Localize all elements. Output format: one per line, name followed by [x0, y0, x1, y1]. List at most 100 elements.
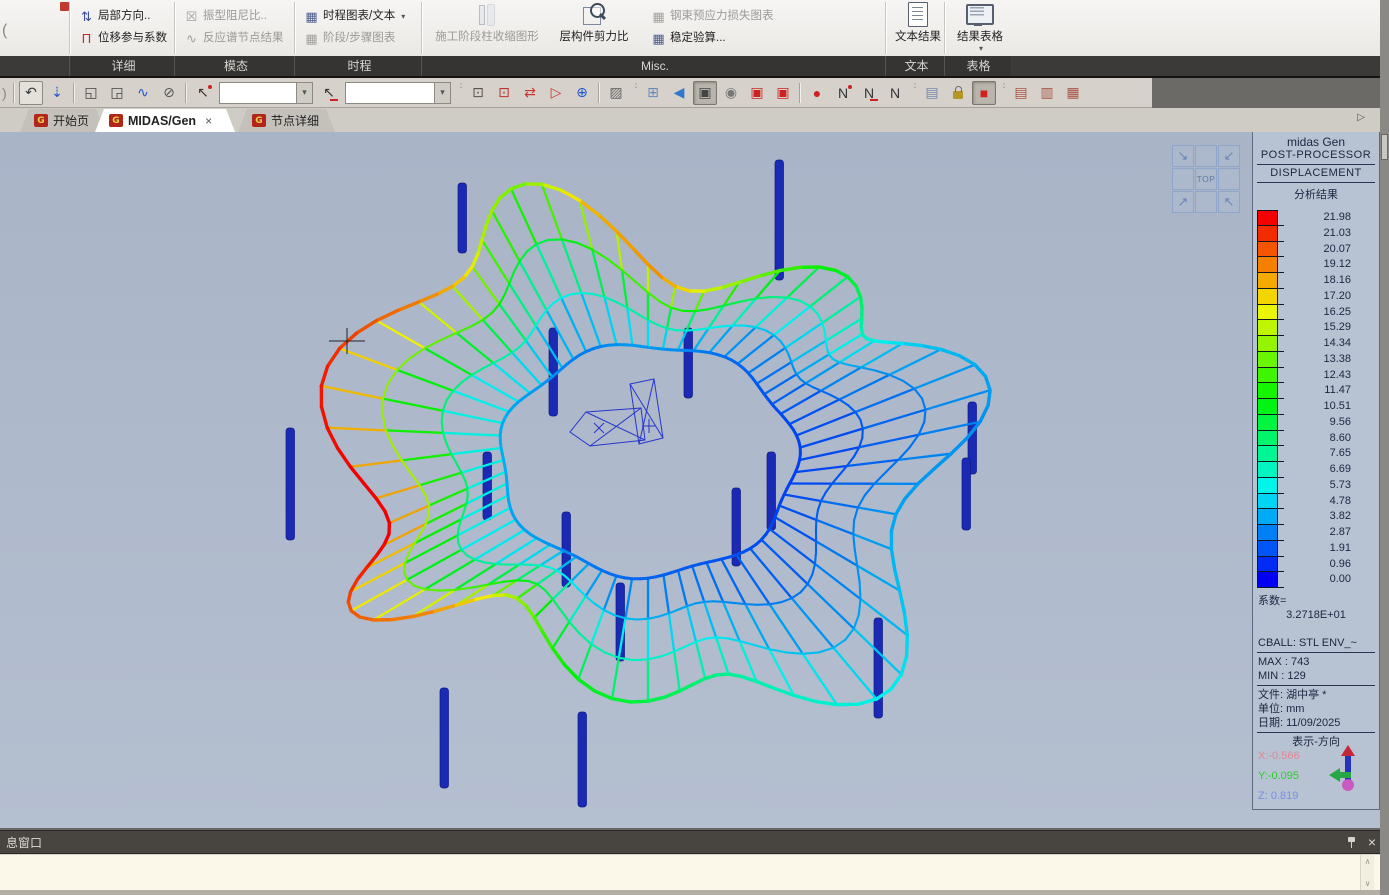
polygon-nodes-icon[interactable]: ▷: [544, 81, 568, 105]
close-icon[interactable]: ×: [1368, 834, 1376, 850]
legend-row: 19.12: [1253, 257, 1379, 273]
ribbon-item-label: 反应谱节点结果: [203, 29, 284, 48]
message-window-body[interactable]: ∧ ∨: [0, 855, 1382, 890]
toolbar-group-grip[interactable]: ⋮: [910, 82, 917, 104]
toolbar-group-grip[interactable]: ⋮: [456, 82, 463, 104]
named-group-combo[interactable]: [345, 82, 451, 104]
perspective-sphere-icon[interactable]: ◉: [719, 81, 743, 105]
toolbar-group-grip[interactable]: ⋮: [631, 82, 638, 104]
pick-select-icon[interactable]: ↖: [191, 81, 215, 105]
toolbar-separator: [598, 83, 600, 103]
column-member[interactable]: [483, 452, 492, 520]
legend-color-cell: [1257, 557, 1278, 573]
view-corner-br-icon[interactable]: ↖: [1218, 191, 1240, 213]
ribbon-bigbutton-label: 施工阶段柱收缩图形: [435, 28, 539, 44]
legend-value: 0.96: [1330, 558, 1351, 570]
column-member[interactable]: [440, 688, 449, 788]
ribbon-group-label-3[interactable]: Misc.: [423, 56, 887, 76]
shrink-toggle-icon[interactable]: ▣: [693, 81, 717, 105]
view-cone-icon[interactable]: ◀: [667, 81, 691, 105]
displacement-model-3d[interactable]: [0, 132, 1380, 828]
node-box-icon[interactable]: ⊡: [466, 81, 490, 105]
ribbon-group-label-0[interactable]: 详细: [71, 56, 176, 76]
zoom-fit-icon[interactable]: ⊞: [641, 81, 665, 105]
swap-arrows-icon[interactable]: ⇄: [518, 81, 542, 105]
render-view-icon[interactable]: ▣: [745, 81, 769, 105]
scroll-down-icon[interactable]: ∨: [1365, 879, 1371, 888]
ribbon-bigbutton-结果表格[interactable]: 结果表格▾: [920, 0, 1040, 54]
node-number-icon[interactable]: N: [831, 81, 855, 105]
pin-icon[interactable]: [1347, 837, 1356, 848]
ribbon-group-label-1[interactable]: 模态: [176, 56, 296, 76]
select-polyline-icon[interactable]: ∿: [131, 81, 155, 105]
legend-row: 18.16: [1253, 273, 1379, 289]
message-scrollbar[interactable]: ∧ ∨: [1360, 855, 1374, 890]
view-right-icon[interactable]: [1218, 168, 1240, 190]
select-window-out-icon[interactable]: ◲: [105, 81, 129, 105]
element-number-icon[interactable]: N: [857, 81, 881, 105]
element-box-icon[interactable]: ⊡: [492, 81, 516, 105]
copy-image-icon[interactable]: ▤: [920, 81, 944, 105]
legend-row: 7.65: [1253, 446, 1379, 462]
draw-element-icon[interactable]: ▨: [604, 81, 628, 105]
tab-节点详细[interactable]: G节点详细: [238, 109, 335, 132]
tab-label: 开始页: [53, 112, 89, 129]
ribbon-item-位移参与系数[interactable]: Π位移参与系数: [76, 29, 170, 48]
column-member[interactable]: [458, 183, 467, 253]
render-option-icon[interactable]: ▣: [771, 81, 795, 105]
column-member[interactable]: [775, 160, 784, 280]
legend-color-cell: [1257, 305, 1278, 321]
structure-number-icon[interactable]: N: [883, 81, 907, 105]
column-member[interactable]: [286, 428, 295, 540]
ribbon-item-局部方向..[interactable]: ⇅局部方向..: [76, 7, 153, 26]
tab-scroll-right-icon[interactable]: ▷: [1357, 112, 1365, 123]
spectrum-node-icon: ∿: [184, 31, 199, 46]
view-top-button[interactable]: TOP: [1195, 168, 1217, 190]
lock-icon[interactable]: [946, 81, 970, 105]
capture-toggle-icon[interactable]: ■: [972, 81, 996, 105]
displacement-probe-icon[interactable]: ⇣: [45, 81, 69, 105]
model-viewport[interactable]: ↘ ↙ TOP ↗ ↖ midas Gen POST-PROCESSOR DIS…: [0, 132, 1380, 828]
ribbon-item-时程图表/文本[interactable]: ▦时程图表/文本▾: [301, 7, 408, 26]
select-type-combo[interactable]: [219, 82, 313, 104]
column-member[interactable]: [684, 328, 693, 398]
ribbon-group-label-4[interactable]: 文本: [887, 56, 946, 76]
ribbon-item-稳定验算...[interactable]: ▦稳定验算...: [648, 29, 729, 48]
legend-color-cell: [1257, 509, 1278, 525]
legend-row: 14.34: [1253, 336, 1379, 352]
tab-close-icon[interactable]: ×: [205, 114, 212, 128]
column-member[interactable]: [874, 618, 883, 718]
tab-开始页[interactable]: G开始页: [20, 109, 105, 132]
legend-value: 5.73: [1330, 479, 1351, 491]
column-member[interactable]: [962, 458, 971, 530]
ribbon-bigbutton-层构件剪力比[interactable]: 层构件剪力比: [534, 0, 654, 54]
node-dot-icon[interactable]: ●: [805, 81, 829, 105]
view-corner-tr-icon[interactable]: ↙: [1218, 145, 1240, 167]
select-window-icon[interactable]: ◱: [79, 81, 103, 105]
ribbon-group-label-5[interactable]: 表格: [946, 56, 1011, 76]
select-circle-off-icon[interactable]: ⊘: [157, 81, 181, 105]
ribbon-group-label-2[interactable]: 时程: [296, 56, 423, 76]
ribbon-item-label: 时程图表/文本: [323, 7, 395, 26]
text-capture-icon[interactable]: ▦: [1061, 81, 1085, 105]
export-graphic-icon[interactable]: ▤: [1009, 81, 1033, 105]
view-corner-bl-icon[interactable]: ↗: [1172, 191, 1194, 213]
pick-filter-icon[interactable]: ↖: [317, 81, 341, 105]
edge-scroll-thumb[interactable]: [1381, 134, 1388, 160]
view-corner-tl-icon[interactable]: ↘: [1172, 145, 1194, 167]
column-member[interactable]: [578, 712, 587, 807]
undo-icon[interactable]: ↶: [19, 81, 43, 105]
anchor-icon[interactable]: ⊕: [570, 81, 594, 105]
legend-color-cell: [1257, 210, 1278, 226]
toolbar-group-grip[interactable]: ⋮: [999, 82, 1006, 104]
view-bottom-icon[interactable]: [1195, 191, 1217, 213]
result-legend-panel: midas Gen POST-PROCESSOR DISPLACEMENT 分析…: [1252, 132, 1380, 810]
view-top-icon[interactable]: [1195, 145, 1217, 167]
message-window-titlebar[interactable]: 息窗口 ×: [0, 830, 1382, 854]
scroll-up-icon[interactable]: ∧: [1365, 857, 1371, 866]
capture-window-icon[interactable]: ▥: [1035, 81, 1059, 105]
view-left-icon[interactable]: [1172, 168, 1194, 190]
legend-value: 13.38: [1323, 353, 1351, 365]
legend-row: 15.29: [1253, 320, 1379, 336]
tab-MIDAS/Gen[interactable]: GMIDAS/Gen×: [95, 109, 235, 132]
